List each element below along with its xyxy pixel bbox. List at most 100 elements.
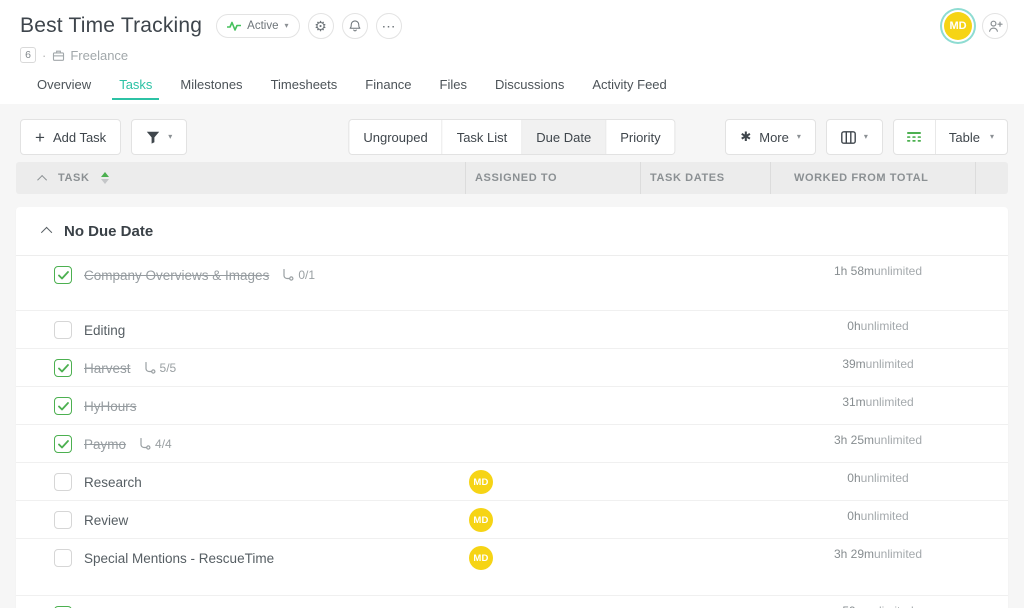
chevron-down-icon: ▾ <box>285 22 289 30</box>
tab-activity-feed[interactable]: Activity Feed <box>592 77 666 104</box>
project-tabs: Overview Tasks Milestones Timesheets Fin… <box>20 63 1008 104</box>
task-checkbox[interactable] <box>54 435 72 453</box>
view-dropdown[interactable]: Table ▾ <box>936 120 1007 154</box>
task-dates-cell <box>640 463 770 501</box>
worked-time: 0h <box>847 471 860 485</box>
group-option-task-list[interactable]: Task List <box>443 120 523 154</box>
table-row[interactable]: Harvest 5/5 39m unlimited <box>16 349 1008 387</box>
worked-cell: 39m unlimited <box>770 349 975 387</box>
tab-milestones[interactable]: Milestones <box>180 77 242 104</box>
subtask-count: 0/1 <box>298 268 315 282</box>
task-label[interactable]: Research <box>84 475 142 490</box>
add-user-button[interactable] <box>982 13 1008 39</box>
task-label[interactable]: Harvest <box>84 361 131 376</box>
row-extra-cell <box>975 387 1008 425</box>
table-row[interactable]: Toggl Track 1/1 59m unlimited <box>16 596 1008 608</box>
group-option-priority[interactable]: Priority <box>606 120 674 154</box>
table-row[interactable]: HyHours 31m unlimited <box>16 387 1008 425</box>
worked-time: 0h <box>847 509 860 523</box>
row-extra-cell <box>975 349 1008 387</box>
task-checkbox[interactable] <box>54 511 72 529</box>
worked-time: 31m <box>842 395 865 409</box>
column-assigned-to[interactable]: ASSIGNED TO <box>475 172 557 184</box>
breadcrumb-separator: · <box>42 48 46 63</box>
table-row[interactable]: Editing 0h unlimited <box>16 311 1008 349</box>
more-label: More <box>759 130 789 145</box>
column-extra <box>975 162 1008 194</box>
task-checkbox[interactable] <box>54 473 72 491</box>
tab-tasks[interactable]: Tasks <box>119 77 152 104</box>
assignee-avatar[interactable]: MD <box>469 470 493 494</box>
worked-total: unlimited <box>866 604 914 608</box>
more-menu-button[interactable]: ✱ More ▾ <box>725 119 816 155</box>
worked-time: 3h 25m <box>834 433 874 447</box>
table-row[interactable]: Paymo 4/4 3h 25m unlimited <box>16 425 1008 463</box>
row-extra-cell <box>975 539 1008 577</box>
task-checkbox[interactable] <box>54 549 72 567</box>
gear-icon: ⚙ <box>314 19 327 33</box>
tab-files[interactable]: Files <box>440 77 467 104</box>
worked-total: unlimited <box>874 547 922 561</box>
more-options-button[interactable]: ⋯ <box>376 13 402 39</box>
tasks-toolbar: + Add Task ▾ Ungrouped Task List Due Dat… <box>0 104 1024 155</box>
row-extra-cell <box>975 596 1008 608</box>
project-status-dropdown[interactable]: Active ▾ <box>216 14 299 38</box>
group-header-no-due-date[interactable]: No Due Date <box>16 207 1008 256</box>
task-label[interactable]: Editing <box>84 323 125 338</box>
subtask-badge: 0/1 <box>281 268 315 282</box>
tab-finance[interactable]: Finance <box>365 77 411 104</box>
avatar[interactable]: MD <box>944 12 972 40</box>
column-worked-from-total[interactable]: WORKED FROM TOTAL <box>794 172 928 184</box>
task-label[interactable]: Paymo <box>84 437 126 452</box>
task-checkbox[interactable] <box>54 397 72 415</box>
worked-time: 59m <box>842 604 865 608</box>
funnel-icon <box>146 131 160 144</box>
settings-star-icon: ✱ <box>740 129 751 145</box>
filter-button[interactable]: ▾ <box>131 119 187 155</box>
column-task-dates[interactable]: TASK DATES <box>650 172 725 184</box>
worked-time: 39m <box>842 357 865 371</box>
columns-button[interactable]: ▾ <box>826 119 883 155</box>
subtask-badge: 4/4 <box>138 437 172 451</box>
tab-overview[interactable]: Overview <box>37 77 91 104</box>
table-row[interactable]: Review MD 0h unlimited <box>16 501 1008 539</box>
task-dates-cell <box>640 256 770 294</box>
assignee-avatar[interactable]: MD <box>469 508 493 532</box>
table-header: TASK ASSIGNED TO TASK DATES WORKED FROM … <box>16 162 1008 194</box>
task-dates-cell <box>640 501 770 539</box>
page-title: Best Time Tracking <box>20 14 202 38</box>
assignee-avatar[interactable]: MD <box>469 546 493 570</box>
table-row[interactable]: Research MD 0h unlimited <box>16 463 1008 501</box>
chevron-down-icon: ▾ <box>797 133 801 141</box>
table-row[interactable]: Special Mentions - RescueTime MD 3h 29m … <box>16 539 1008 596</box>
table-row[interactable]: Company Overviews & Images 0/1 1h 58m un… <box>16 256 1008 311</box>
settings-button[interactable]: ⚙ <box>308 13 334 39</box>
task-label[interactable]: HyHours <box>84 399 137 414</box>
chevron-down-icon: ▾ <box>990 133 994 141</box>
tab-timesheets[interactable]: Timesheets <box>271 77 338 104</box>
task-checkbox[interactable] <box>54 321 72 339</box>
task-label[interactable]: Review <box>84 513 128 528</box>
task-checkbox[interactable] <box>54 266 72 284</box>
group-option-ungrouped[interactable]: Ungrouped <box>349 120 442 154</box>
group-title: No Due Date <box>64 223 153 240</box>
task-label[interactable]: Special Mentions - RescueTime <box>84 551 274 566</box>
collapse-group-icon[interactable] <box>41 227 52 238</box>
column-task[interactable]: TASK <box>58 172 90 184</box>
worked-cell: 3h 25m unlimited <box>770 425 975 463</box>
add-task-button[interactable]: + Add Task <box>20 119 121 155</box>
group-option-due-date[interactable]: Due Date <box>522 120 606 154</box>
sort-icon[interactable] <box>101 172 109 184</box>
task-label[interactable]: Company Overviews & Images <box>84 268 269 283</box>
task-checkbox[interactable] <box>54 359 72 377</box>
worked-cell: 3h 29m unlimited <box>770 539 975 577</box>
project-count-badge: 6 <box>20 47 36 63</box>
collapse-all-icon[interactable] <box>37 174 47 184</box>
view-switcher: Table ▾ <box>893 119 1008 155</box>
notifications-button[interactable] <box>342 13 368 39</box>
tab-discussions[interactable]: Discussions <box>495 77 564 104</box>
chevron-down-icon: ▾ <box>168 133 172 141</box>
task-rows: Company Overviews & Images 0/1 1h 58m un… <box>16 256 1008 608</box>
client-link[interactable]: Freelance <box>52 48 128 63</box>
table-view-icon-button[interactable] <box>894 120 936 154</box>
